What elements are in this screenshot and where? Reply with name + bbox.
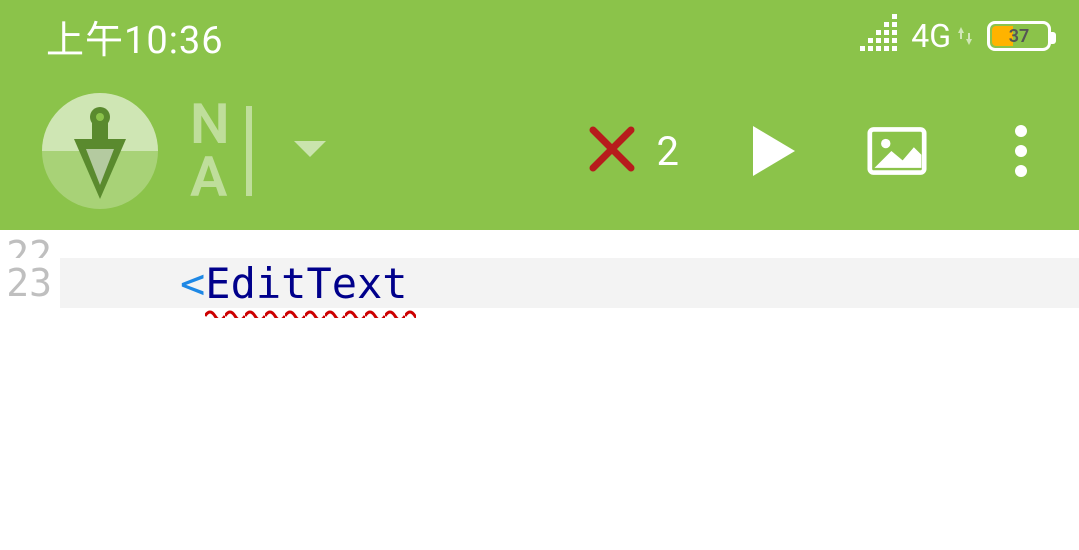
status-time: 上午10:36 [46,9,224,64]
line-number: 23 [6,261,52,305]
network-label: 4G [911,17,973,55]
gutter: 22 23 [0,230,60,550]
dropdown-caret-icon[interactable] [292,137,328,165]
error-count: 2 [657,128,679,175]
data-arrows-icon [957,25,973,47]
token-tag: EditText [205,259,407,308]
code-editor[interactable]: 22 23 <EditText [0,230,1079,550]
battery-percent: 37 [990,26,1048,47]
code-line[interactable] [60,230,1079,258]
app-bar: N A 2 [0,72,1079,230]
battery-icon: 37 [987,21,1051,51]
status-bar: 上午10:36 4G 37 [0,0,1079,72]
run-button[interactable] [743,121,803,181]
errors-button[interactable]: 2 [587,124,679,178]
file-title[interactable]: N A [190,98,250,204]
app-logo-icon[interactable] [40,91,160,211]
image-button[interactable] [867,121,927,181]
token-bracket: < [180,259,205,308]
status-right: 4G 37 [860,0,1051,72]
overflow-menu-button[interactable] [991,121,1051,181]
line-number: 22 [6,233,52,258]
code-line[interactable]: <EditText [60,258,1079,308]
error-x-icon [587,124,637,178]
toolbar: 2 [587,121,1051,181]
signal-icon [860,21,897,51]
title-divider [246,106,252,196]
